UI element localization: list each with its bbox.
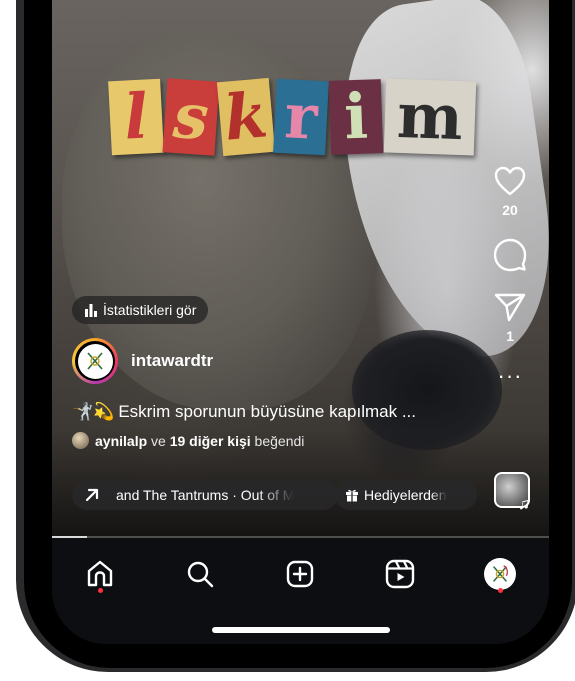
action-rail: 20 1 ··· xyxy=(486,166,534,388)
liked-by-others: 19 diğer kişi xyxy=(169,432,251,449)
title-letter: l xyxy=(108,78,164,156)
nav-reels[interactable] xyxy=(378,552,422,596)
gift-icon xyxy=(346,489,358,502)
nav-search[interactable] xyxy=(178,552,222,596)
view-insights-button[interactable]: İstatistikleri gör xyxy=(72,296,209,324)
fencing-logo-icon xyxy=(87,352,103,370)
title-letter: k xyxy=(216,77,276,157)
gift-label: Hediyelerden xyxy=(364,487,447,503)
title-letter: r xyxy=(273,78,329,156)
send-icon xyxy=(494,293,526,322)
comment-icon xyxy=(493,238,527,272)
more-icon: ··· xyxy=(497,363,523,388)
phone-screen: l s k r i m 20 1 ··· İstatistikleri gör … xyxy=(52,0,549,644)
liked-by-text: aynilalp ve 19 diğer kişi beğendi xyxy=(95,433,304,449)
post-caption[interactable]: 🤺💫 Eskrim sporunun büyüsüne kapılmak ... xyxy=(72,402,472,422)
home-indicator[interactable] xyxy=(212,627,390,633)
profile-avatar xyxy=(484,558,516,590)
gift-chip[interactable]: Hediyelerden xyxy=(335,480,477,510)
liked-by-user: aynilalp xyxy=(95,432,148,449)
like-button[interactable]: 20 xyxy=(494,166,526,218)
liked-by-row[interactable]: aynilalp ve 19 diğer kişi beğendi xyxy=(72,432,304,449)
title-letter: m xyxy=(383,78,477,156)
liker-avatar xyxy=(72,432,89,449)
home-icon xyxy=(87,560,113,587)
insights-label: İstatistikleri gör xyxy=(103,302,197,318)
search-icon xyxy=(187,561,214,588)
heart-icon xyxy=(494,166,526,196)
more-button[interactable]: ··· xyxy=(497,363,523,388)
comment-button[interactable] xyxy=(493,238,527,272)
home-notification-dot xyxy=(98,588,103,593)
arrow-up-right-icon xyxy=(85,488,99,502)
caption-emojis: 🤺💫 xyxy=(72,402,115,421)
share-count: 1 xyxy=(506,328,514,344)
share-button[interactable]: 1 xyxy=(494,292,526,344)
music-note-icon: ♫ xyxy=(518,496,530,513)
avatar[interactable] xyxy=(72,338,118,384)
caption-text: Eskrim sporunun büyüsüne kapılmak ... xyxy=(118,402,416,421)
nav-create[interactable] xyxy=(278,552,322,596)
avatar-border xyxy=(75,341,115,381)
avatar-logo xyxy=(77,343,113,379)
title-letter: i xyxy=(328,79,384,155)
title-letter: s xyxy=(162,78,220,156)
like-count: 20 xyxy=(502,202,518,218)
reel-title-collage: l s k r i m xyxy=(108,77,478,157)
author-username[interactable]: intawardtr xyxy=(131,351,213,371)
fencing-logo-icon xyxy=(493,565,508,582)
plus-square-icon xyxy=(286,560,314,588)
audio-label: and The Tantrums · Out of M xyxy=(116,487,295,503)
liked-by-mid: ve xyxy=(147,432,170,449)
bar-chart-icon xyxy=(85,304,97,317)
profile-notification-dot xyxy=(498,588,503,593)
author-row: intawardtr xyxy=(72,338,213,384)
audio-chip[interactable]: and The Tantrums · Out of M xyxy=(72,480,338,510)
liked-by-suffix: beğendi xyxy=(250,432,305,449)
reels-icon xyxy=(385,559,415,589)
